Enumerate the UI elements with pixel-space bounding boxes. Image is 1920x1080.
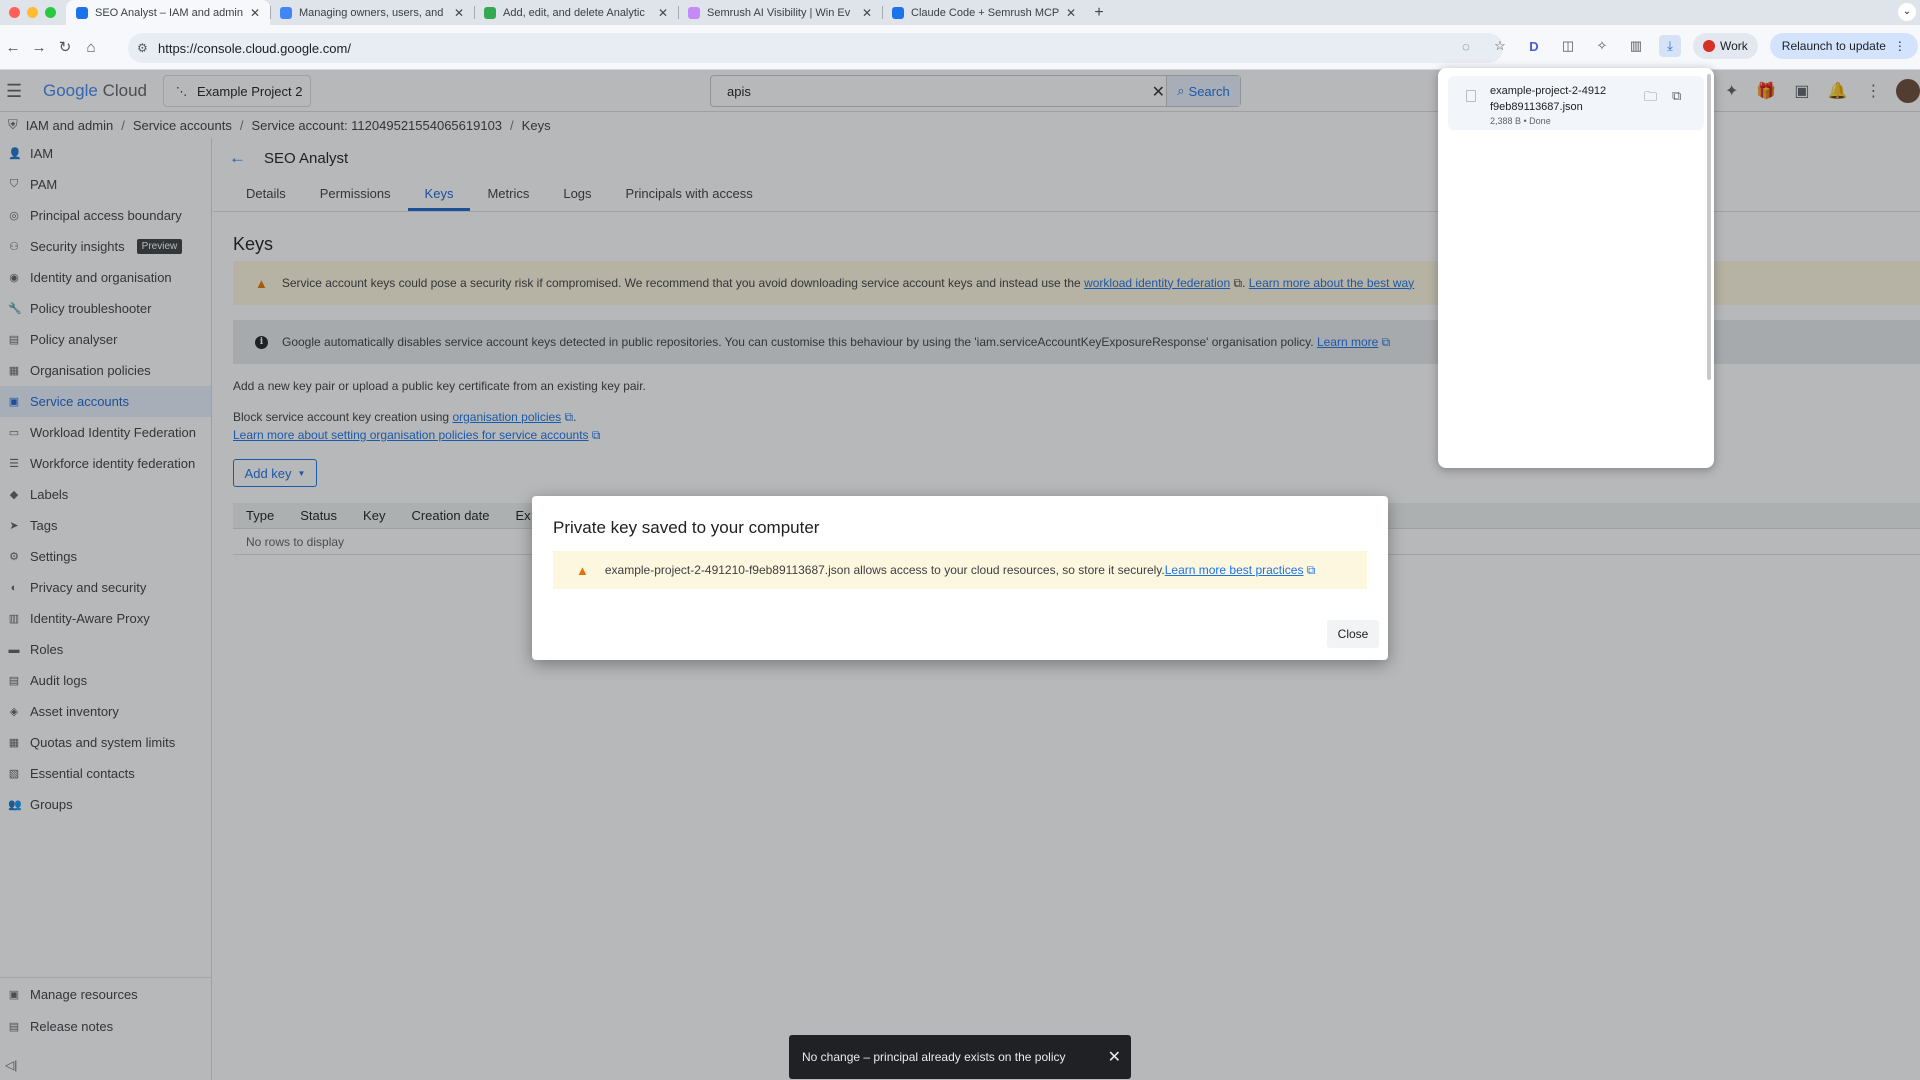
- favicon-icon: [484, 6, 496, 19]
- download-filename-line1: example-project-2-4912: [1490, 85, 1607, 97]
- dialog-warning-text: example-project-2-491210-f9eb89113687.js…: [605, 563, 1316, 578]
- download-filename: example-project-2-4912 f9eb89113687.json: [1490, 83, 1610, 115]
- favicon-icon: [688, 6, 700, 19]
- download-meta: 2,388 B • Done: [1490, 116, 1551, 126]
- show-in-folder-icon[interactable]: 🗀: [1644, 88, 1657, 110]
- dialog-message: example-project-2-491210-f9eb89113687.js…: [604, 562, 1165, 577]
- side-panel-icon[interactable]: ▥: [1625, 35, 1647, 57]
- warning-icon: ▲: [576, 562, 589, 578]
- close-button[interactable]: Close: [1327, 620, 1379, 648]
- browser-tab-title: SEO Analyst – IAM and admin: [95, 6, 243, 19]
- address-bar[interactable]: ⚙ https://console.cloud.google.com/: [128, 33, 1503, 63]
- extensions-puzzle-icon[interactable]: ✧: [1591, 35, 1613, 57]
- browser-tab[interactable]: Managing owners, users, and ✕: [270, 0, 474, 25]
- window-controls: [0, 7, 66, 18]
- minimize-window-button[interactable]: [27, 7, 38, 18]
- best-practices-link[interactable]: Learn more best practices: [1165, 563, 1304, 577]
- downloads-icon[interactable]: ⤓: [1659, 35, 1681, 57]
- close-tab-icon[interactable]: ✕: [658, 6, 668, 20]
- browser-tab-title: Add, edit, and delete Analytic: [503, 6, 645, 19]
- browser-tab-title: Semrush AI Visibility | Win Ev: [707, 6, 851, 19]
- browser-tab[interactable]: SEO Analyst – IAM and admin ✕: [66, 0, 270, 25]
- favicon-icon: [892, 6, 904, 19]
- favicon-icon: [76, 6, 88, 19]
- new-tab-button[interactable]: +: [1086, 4, 1112, 22]
- dismiss-snackbar-icon[interactable]: ✕: [1108, 1047, 1121, 1067]
- profile-button[interactable]: Work: [1693, 33, 1758, 59]
- dialog-title: Private key saved to your computer: [553, 518, 820, 537]
- download-filename-line2: f9eb89113687.json: [1490, 101, 1583, 113]
- scrollbar[interactable]: [1707, 74, 1711, 380]
- tracking-protection-icon[interactable]: ◌: [1455, 35, 1477, 57]
- favicon-icon: [280, 6, 292, 19]
- browser-tabstrip: SEO Analyst – IAM and admin ✕ Managing own…: [0, 0, 1920, 25]
- forward-button[interactable]: →: [26, 39, 52, 56]
- snackbar-text: No change – principal already exists on …: [802, 1050, 1066, 1064]
- open-external-icon[interactable]: ⧉: [1672, 88, 1681, 110]
- back-button[interactable]: ←: [0, 39, 26, 56]
- toolbar-icons: ◌ ☆ D ◫ ✧ ▥ ⤓ Work Relaunch to update ⋮: [1455, 33, 1918, 59]
- browser-toolbar: ← → ↻ ⌂ ⚙ https://console.cloud.google.c…: [0, 25, 1920, 70]
- url-text: https://console.cloud.google.com/: [158, 40, 351, 56]
- close-tab-icon[interactable]: ✕: [250, 6, 260, 20]
- snackbar: No change – principal already exists on …: [789, 1035, 1131, 1079]
- close-tab-icon[interactable]: ✕: [862, 6, 872, 20]
- tab-search-chevron-icon[interactable]: ⌄: [1898, 3, 1916, 21]
- browser-tab-title: Managing owners, users, and: [299, 6, 444, 19]
- download-actions: 🗀 ⧉: [1644, 88, 1681, 110]
- file-icon: [1466, 90, 1476, 102]
- download-item[interactable]: example-project-2-4912 f9eb89113687.json…: [1448, 76, 1704, 130]
- external-link-icon: ⧉: [1303, 562, 1316, 577]
- close-tab-icon[interactable]: ✕: [1066, 6, 1076, 20]
- browser-tab[interactable]: Add, edit, and delete Analytic ✕: [474, 0, 678, 25]
- bookmark-star-icon[interactable]: ☆: [1489, 35, 1511, 57]
- browser-tab-title: Claude Code + Semrush MCP: [911, 6, 1060, 19]
- maximize-window-button[interactable]: [45, 7, 56, 18]
- profile-label: Work: [1720, 39, 1748, 53]
- site-info-icon[interactable]: ⚙: [137, 41, 148, 55]
- close-window-button[interactable]: [9, 7, 20, 18]
- browser-tab[interactable]: Semrush AI Visibility | Win Ev ✕: [678, 0, 882, 25]
- extension-d-icon[interactable]: D: [1523, 35, 1545, 57]
- relaunch-label: Relaunch to update: [1781, 39, 1886, 53]
- menu-kebab-icon: ⋮: [1893, 39, 1906, 53]
- dialog-warning: ▲ example-project-2-491210-f9eb89113687.…: [553, 551, 1367, 589]
- profile-avatar-icon: [1703, 40, 1715, 52]
- downloads-bubble: example-project-2-4912 f9eb89113687.json…: [1438, 68, 1714, 468]
- home-button[interactable]: ⌂: [78, 39, 104, 56]
- close-tab-icon[interactable]: ✕: [454, 6, 464, 20]
- private-key-dialog: Private key saved to your computer ▲ exa…: [532, 496, 1388, 660]
- browser-tab[interactable]: Claude Code + Semrush MCP ✕: [882, 0, 1086, 25]
- reload-button[interactable]: ↻: [52, 38, 78, 56]
- screenshot-extension-icon[interactable]: ◫: [1557, 35, 1579, 57]
- relaunch-button[interactable]: Relaunch to update ⋮: [1769, 33, 1918, 59]
